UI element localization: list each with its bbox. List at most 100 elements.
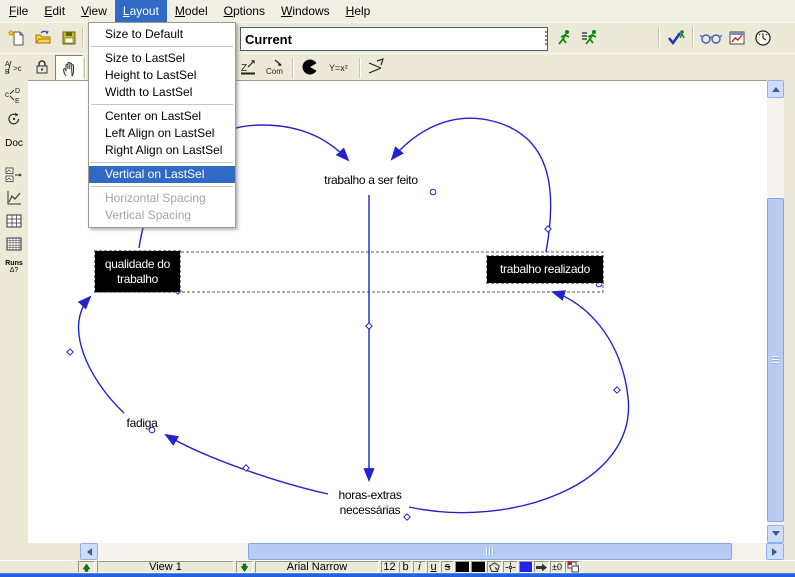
- toolbar-separator: [84, 58, 86, 78]
- scroll-up-button[interactable]: [767, 80, 784, 98]
- curve-handle[interactable]: [430, 189, 436, 195]
- causes-strip-button[interactable]: [2, 164, 26, 186]
- scroll-corner: [28, 543, 80, 560]
- output-windows-button[interactable]: [724, 26, 750, 50]
- curve-handle[interactable]: [614, 387, 620, 393]
- svg-text:E: E: [15, 98, 20, 104]
- menu-item-horizontal-spacing: Horizontal Spacing: [89, 190, 235, 207]
- table-button[interactable]: [2, 210, 26, 232]
- run-simulation-button[interactable]: [552, 26, 578, 50]
- menubar-item-layout[interactable]: Layout: [115, 0, 167, 22]
- svg-text:D: D: [15, 88, 20, 95]
- variable-qualidade-do-trabalho[interactable]: qualidade do trabalho: [95, 251, 180, 292]
- table-icon: [5, 213, 23, 229]
- position-button[interactable]: [503, 561, 518, 573]
- menu-bar: File Edit View Layout Model Options Wind…: [0, 0, 795, 22]
- underline-button[interactable]: u: [427, 561, 440, 573]
- variable-tool-button[interactable]: A B >c: [2, 55, 28, 79]
- save-button[interactable]: [56, 26, 82, 50]
- variable-trabalho-realizado[interactable]: trabalho realizado: [487, 256, 603, 283]
- move-tool-button[interactable]: [55, 55, 83, 81]
- rate-z-label: Z: [241, 63, 247, 74]
- view-up-button[interactable]: [78, 561, 95, 573]
- runs-compare-button[interactable]: Runs Δ?: [2, 256, 26, 278]
- table-time-button[interactable]: [2, 233, 26, 255]
- run-fast-button[interactable]: [578, 26, 604, 50]
- scroll-down-button[interactable]: [767, 525, 784, 543]
- text-color-swatch[interactable]: [455, 561, 470, 573]
- check-model-button[interactable]: [664, 26, 690, 50]
- layers-button[interactable]: [565, 561, 580, 573]
- menubar-item-view[interactable]: View: [73, 0, 115, 22]
- curve-handle[interactable]: [67, 349, 73, 355]
- scroll-right-icon: [772, 548, 781, 556]
- vertical-scroll-thumb[interactable]: [767, 198, 784, 522]
- loops-button[interactable]: [2, 108, 26, 130]
- save-icon: [60, 29, 78, 47]
- menubar-item-windows[interactable]: Windows: [273, 0, 338, 22]
- menu-item-size-to-lastsel[interactable]: Size to LastSel: [89, 50, 235, 67]
- synthesim-button[interactable]: [698, 26, 724, 50]
- menu-item-size-to-default[interactable]: Size to Default: [89, 26, 235, 43]
- toolbar-separator: [692, 27, 694, 47]
- graph-button[interactable]: [2, 187, 26, 209]
- menu-item-center-on-lastsel[interactable]: Center on LastSel: [89, 108, 235, 125]
- view-down-button[interactable]: [236, 561, 253, 573]
- variable-trabalho-a-ser-feito[interactable]: trabalho a ser feito: [305, 173, 437, 188]
- new-model-button[interactable]: [4, 26, 30, 50]
- variable-fadiga[interactable]: fadiga: [112, 416, 172, 431]
- shape-color-swatch[interactable]: [471, 561, 486, 573]
- variable-abc-icon: A B >c: [4, 58, 26, 76]
- italic-button[interactable]: i: [413, 561, 426, 573]
- menu-item-vertical-on-lastsel[interactable]: Vertical on LastSel: [89, 166, 235, 183]
- shape-style-button[interactable]: [487, 561, 502, 573]
- graph-icon: [5, 190, 23, 206]
- comment-tool-button[interactable]: [297, 55, 323, 79]
- strikethrough-button[interactable]: s: [441, 561, 454, 573]
- arrow-horas-extras-to-realizado[interactable]: [409, 292, 629, 513]
- horizontal-scrollbar[interactable]: [80, 543, 784, 560]
- menubar-item-file[interactable]: File: [1, 0, 36, 22]
- arrow-horas-extras-to-fadiga[interactable]: [166, 435, 328, 494]
- equations-label: Y=x²: [329, 63, 348, 73]
- arrow-color-swatch[interactable]: [519, 561, 533, 573]
- lock-tool-button[interactable]: [29, 55, 55, 79]
- scroll-left-button[interactable]: [80, 543, 98, 560]
- causes-tree-button[interactable]: c D E: [2, 84, 26, 106]
- check-model-icon: [667, 28, 687, 48]
- menubar-item-edit[interactable]: Edit: [36, 0, 73, 22]
- updown-zero-button[interactable]: ±0: [550, 561, 564, 573]
- view-name-selector[interactable]: View 1: [97, 561, 234, 573]
- menu-item-right-align-on-lastsel[interactable]: Right Align on LastSel: [89, 142, 235, 159]
- document-button[interactable]: Doc: [2, 132, 26, 154]
- com-tool-button[interactable]: Com: [263, 55, 289, 79]
- equations-icon: Y=x²: [328, 58, 354, 76]
- menu-item-width-to-lastsel[interactable]: Width to LastSel: [89, 84, 235, 101]
- variable-horas-extras-necessarias[interactable]: horas-extras necessárias: [320, 488, 420, 518]
- equations-tool-button[interactable]: Y=x²: [328, 55, 354, 79]
- dataset-name-field[interactable]: [240, 27, 548, 51]
- view-up-icon: [82, 563, 91, 572]
- horizontal-scroll-thumb[interactable]: [248, 543, 732, 560]
- curve-handle[interactable]: [366, 323, 372, 329]
- menu-item-vertical-spacing: Vertical Spacing: [89, 207, 235, 224]
- control-panel-button[interactable]: [750, 26, 776, 50]
- font-name-selector[interactable]: Arial Narrow: [255, 561, 379, 573]
- runs-compare-icon: Runs Δ?: [5, 260, 23, 274]
- font-size-selector[interactable]: 12: [381, 561, 398, 573]
- scroll-right-button[interactable]: [766, 543, 784, 560]
- open-model-button[interactable]: [30, 26, 56, 50]
- bold-button[interactable]: b: [399, 561, 412, 573]
- menubar-item-model[interactable]: Model: [167, 0, 216, 22]
- arrow-fadiga-to-qualidade[interactable]: [79, 297, 124, 413]
- menu-item-height-to-lastsel[interactable]: Height to LastSel: [89, 67, 235, 84]
- arrow-width-button[interactable]: [534, 561, 549, 573]
- vertical-scrollbar[interactable]: [767, 80, 784, 543]
- scroll-grip: [486, 548, 494, 555]
- menubar-item-help[interactable]: Help: [338, 0, 379, 22]
- rate-tool-button[interactable]: Z: [236, 55, 262, 79]
- menubar-item-options[interactable]: Options: [216, 0, 273, 22]
- layers-red-icon: [567, 561, 579, 573]
- menu-item-left-align-on-lastsel[interactable]: Left Align on LastSel: [89, 125, 235, 142]
- reference-mode-tool-button[interactable]: [364, 55, 390, 79]
